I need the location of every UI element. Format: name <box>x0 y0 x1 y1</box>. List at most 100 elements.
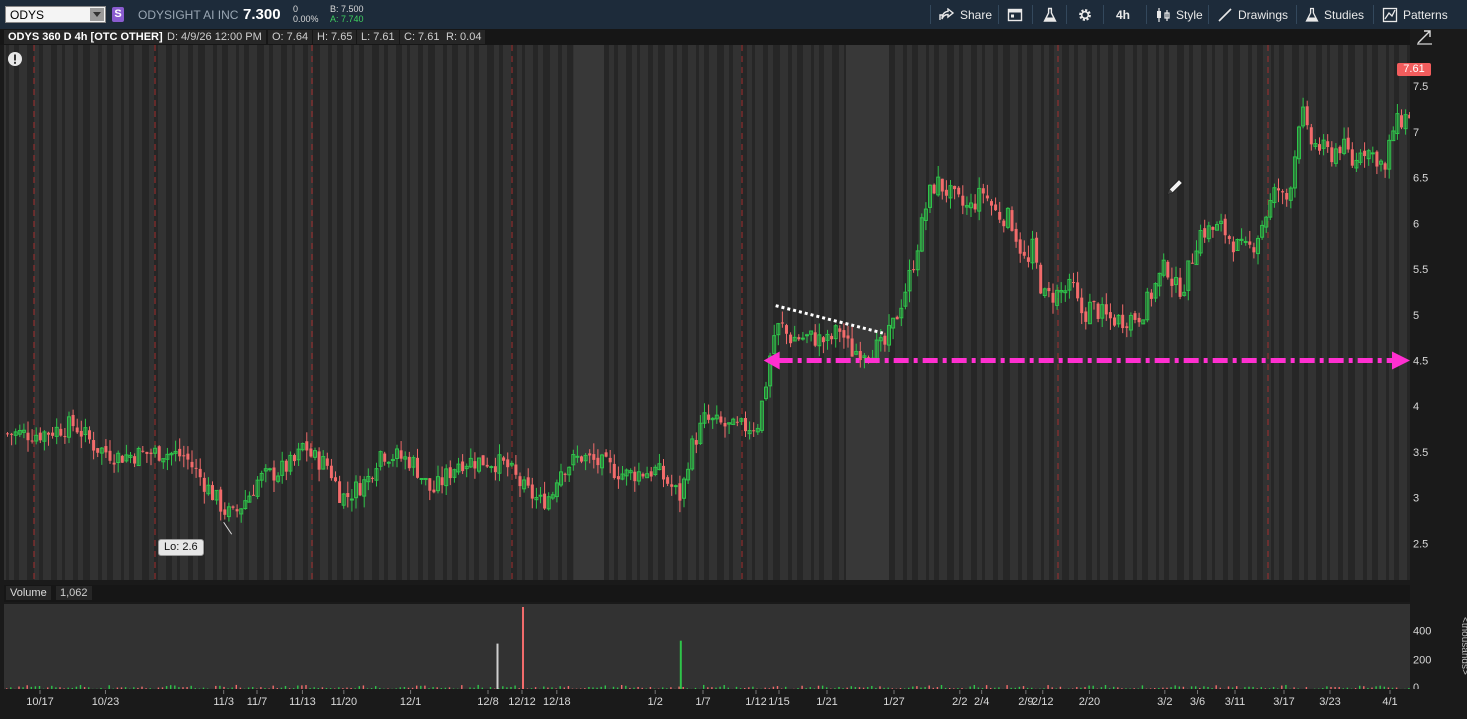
candle <box>920 213 923 252</box>
candle <box>1330 141 1333 166</box>
volume-bar <box>1162 688 1163 689</box>
current-price-label: 7.61 <box>1397 63 1431 76</box>
price-chart[interactable] <box>4 45 1410 580</box>
volume-bar <box>949 688 950 689</box>
volume-bar <box>1154 688 1155 689</box>
volume-bar <box>1347 688 1348 689</box>
volume-tick-label: 400 <box>1413 625 1431 637</box>
candle <box>1006 207 1009 229</box>
price-chart-panel[interactable] <box>4 45 1410 580</box>
session-stripe <box>418 45 423 580</box>
time-tick-label: 1/7 <box>695 696 710 708</box>
time-axis[interactable]: 10/1710/2311/311/711/1311/2012/112/812/1… <box>0 690 1410 714</box>
volume-bar <box>1220 688 1221 689</box>
candle <box>691 435 694 470</box>
symbol-type-badge[interactable]: S <box>112 7 124 22</box>
candle <box>182 446 185 467</box>
volume-bar <box>1195 686 1196 689</box>
volume-bar <box>547 688 548 689</box>
volume-bar <box>432 687 433 689</box>
studies-button[interactable]: Studies <box>1305 4 1364 25</box>
candle <box>699 415 702 445</box>
candle <box>1355 153 1358 172</box>
volume-bar <box>1306 687 1307 689</box>
expand-chart-icon[interactable] <box>1416 29 1434 45</box>
candle <box>642 472 645 478</box>
volume-bar <box>535 687 536 689</box>
ask-price: A: 7.740 <box>330 14 364 24</box>
interval-button[interactable]: 4h <box>1116 4 1130 25</box>
candle <box>785 324 788 344</box>
candle <box>1142 319 1145 324</box>
volume-bar <box>268 688 269 689</box>
volume-bar <box>55 687 56 689</box>
volume-bar <box>818 686 819 689</box>
candle <box>1138 313 1141 327</box>
candle <box>1080 288 1083 324</box>
settings-button[interactable] <box>1077 4 1093 25</box>
candle <box>1334 143 1337 167</box>
volume-bar <box>719 687 720 689</box>
volume-bar <box>1375 686 1376 689</box>
candle <box>277 472 280 483</box>
volume-bar <box>80 685 81 689</box>
share-button[interactable]: Share <box>939 4 992 25</box>
symbol-dropdown-icon[interactable] <box>90 8 104 21</box>
volume-bar <box>1203 686 1204 689</box>
volume-panel[interactable] <box>4 604 1410 689</box>
volume-bar <box>1408 688 1409 689</box>
candle <box>150 449 153 465</box>
volume-bar <box>740 688 741 689</box>
style-button[interactable]: Style <box>1155 4 1203 25</box>
candle <box>137 447 140 466</box>
volume-bar <box>929 686 930 689</box>
volume-bar <box>621 685 622 689</box>
volume-bar <box>974 685 975 689</box>
session-stripe <box>1041 45 1044 580</box>
volume-bar <box>998 687 999 689</box>
studies-lab-button[interactable] <box>1042 4 1058 25</box>
volume-value: 1,062 <box>56 586 92 600</box>
volume-bar <box>1244 687 1245 689</box>
volume-bar <box>994 688 995 689</box>
candle <box>158 445 161 461</box>
bid-ask: B: 7.500 A: 7.740 <box>330 4 364 24</box>
calendar-icon <box>1007 7 1023 22</box>
volume-bar <box>711 687 712 689</box>
volume-bar <box>264 688 265 689</box>
volume-bar <box>1248 687 1249 689</box>
price-axis[interactable]: 2.533.544.555.566.577.50200400 7.61 <tho… <box>1410 29 1467 689</box>
session-stripe <box>14 45 19 580</box>
candle <box>1367 149 1370 166</box>
volume-bar <box>1150 688 1151 689</box>
volume-spike-bar <box>680 641 682 689</box>
session-stripe <box>27 45 34 580</box>
volume-bar <box>170 685 171 689</box>
time-tick-label: 3/23 <box>1319 696 1340 708</box>
volume-bar <box>1285 685 1286 689</box>
candle <box>1170 268 1173 298</box>
volume-bar <box>117 688 118 689</box>
volume-bar <box>912 687 913 689</box>
candle <box>334 471 337 482</box>
time-tick-label: 11/3 <box>213 696 234 708</box>
volume-bar <box>27 685 28 689</box>
alert-icon[interactable] <box>7 51 23 67</box>
time-tick-label: 3/17 <box>1273 696 1294 708</box>
session-stripe <box>1118 45 1125 580</box>
time-tick-label: 11/13 <box>289 696 316 708</box>
drawings-button[interactable]: Drawings <box>1217 4 1288 25</box>
candle <box>449 460 452 485</box>
candle <box>1216 221 1219 230</box>
candle <box>1289 186 1292 208</box>
patterns-button[interactable]: Patterns <box>1382 4 1448 25</box>
symbol-input[interactable]: ODYS <box>5 6 106 23</box>
session-stripe <box>1177 45 1184 580</box>
chart-settings-button[interactable] <box>1007 4 1023 25</box>
session-stripe <box>177 45 180 580</box>
pencil-cursor-icon <box>1165 177 1185 197</box>
volume-bar <box>707 687 708 689</box>
candle <box>264 464 267 482</box>
candle <box>781 312 784 328</box>
bar-open: O: 7.64 <box>268 30 312 44</box>
